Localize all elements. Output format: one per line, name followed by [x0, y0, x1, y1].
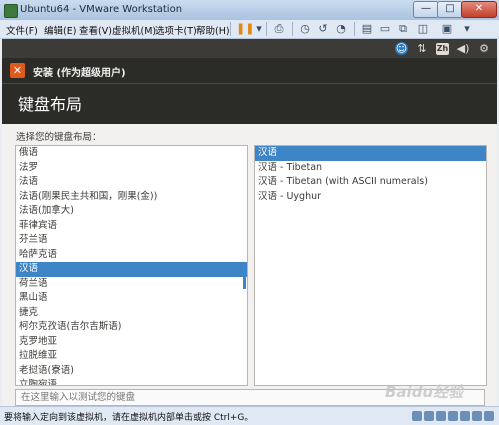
layout-prompt: 选择您的键盘布局： — [16, 132, 102, 143]
menu-vm[interactable]: 虚拟机(M) — [112, 23, 156, 37]
power-icon[interactable]: ⚙ — [477, 41, 491, 56]
watermark-logo: Baidu经验 — [385, 383, 464, 401]
toolbar-separator — [292, 22, 293, 36]
list-item-selected[interactable]: 汉语 — [255, 146, 486, 161]
list-item[interactable]: 黑山语 — [16, 291, 247, 306]
thumbnail-icon[interactable]: ▣ — [440, 22, 454, 36]
keyboard-layout-icon[interactable]: Zh — [436, 43, 449, 55]
list-item[interactable]: 拉脱维亚 — [16, 349, 247, 364]
thumbnail-dropdown-icon[interactable]: ▾ — [460, 22, 474, 36]
list-item[interactable]: 汉语 - Uyghur — [255, 190, 486, 205]
snapshot-icon[interactable]: ◷ — [298, 22, 312, 36]
list-item[interactable]: 哈萨克语 — [16, 248, 247, 263]
usb-icon[interactable] — [448, 411, 458, 421]
revert-snapshot-icon[interactable]: ↺ — [316, 22, 330, 36]
toolbar-separator — [230, 22, 231, 36]
vm-guest-screen[interactable]: ☺ ⇅ Zh ◀) ⚙ ✕ 安装 (作为超级用户) 键盘布局 选择您的键盘布局：… — [2, 39, 497, 406]
list-item[interactable]: 法语 — [16, 175, 247, 190]
close-window-button[interactable]: ✕ — [461, 1, 497, 18]
fullscreen-icon[interactable]: ▭ — [378, 22, 392, 36]
printer-icon[interactable] — [472, 411, 482, 421]
cdrom-icon[interactable] — [424, 411, 434, 421]
installer-close-button[interactable]: ✕ — [10, 63, 25, 78]
menu-help[interactable]: 帮助(H) — [196, 23, 230, 37]
ubuntu-top-panel: ☺ ⇅ Zh ◀) ⚙ — [2, 39, 497, 58]
list-item[interactable]: 克罗地亚 — [16, 335, 247, 350]
list-item[interactable]: 荷兰语 — [16, 277, 247, 292]
header-divider — [2, 83, 497, 84]
vmware-app-icon — [4, 4, 18, 18]
menu-view[interactable]: 查看(V) — [79, 23, 112, 37]
accessibility-icon[interactable]: ☺ — [395, 42, 408, 55]
volume-icon[interactable]: ◀) — [456, 41, 470, 56]
list-item[interactable]: 菲律宾语 — [16, 219, 247, 234]
window-title: Ubuntu64 - VMware Workstation — [20, 4, 183, 15]
keyboard-layout-list[interactable]: 俄语 法罗 法语 法语(刚果民主共和国，刚果(金)) 法语(加拿大) 菲律宾语 … — [15, 145, 248, 386]
list-item[interactable]: 法语(加拿大) — [16, 204, 247, 219]
status-message: 要将输入定向到该虚拟机，请在虚拟机内部单击或按 Ctrl+G。 — [4, 413, 254, 423]
display-icon[interactable] — [484, 411, 494, 421]
list-item[interactable]: 老挝语(寮语) — [16, 364, 247, 379]
list-item[interactable]: 俄语 — [16, 146, 247, 161]
keyboard-variant-list[interactable]: 汉语 汉语 - Tibetan 汉语 - Tibetan (with ASCII… — [254, 145, 487, 386]
network-adapter-icon[interactable] — [436, 411, 446, 421]
page-title: 键盘布局 — [18, 95, 83, 114]
list-item[interactable]: 汉语 - Tibetan — [255, 161, 486, 176]
send-ctrl-alt-del-icon[interactable]: ⎙ — [272, 22, 286, 36]
list-item[interactable]: 法罗 — [16, 161, 247, 176]
pause-icon[interactable]: ❚❚ — [236, 22, 254, 36]
installer-window-title: 安装 (作为超级用户) — [33, 68, 126, 79]
hdd-icon[interactable] — [412, 411, 422, 421]
library-icon[interactable]: ◫ — [416, 22, 430, 36]
minimize-button[interactable]: — — [413, 1, 439, 18]
menu-file[interactable]: 文件(F) — [6, 23, 38, 37]
toolbar-separator — [354, 22, 355, 36]
snapshot-manager-icon[interactable]: ◔ — [334, 22, 348, 36]
toolbar-separator — [266, 22, 267, 36]
unity-icon[interactable]: ⧉ — [396, 22, 410, 36]
list-item[interactable]: 捷克 — [16, 306, 247, 321]
menu-edit[interactable]: 编辑(E) — [44, 23, 76, 37]
list-item-selected[interactable]: 汉语 — [16, 262, 247, 277]
list-item[interactable]: 立陶宛语 — [16, 378, 247, 385]
menu-tabs[interactable]: 选项卡(T) — [155, 23, 197, 37]
list-item[interactable]: 柯尔克孜语(吉尔吉斯语) — [16, 320, 247, 335]
installer-header: ✕ 安装 (作为超级用户) 键盘布局 — [2, 58, 497, 124]
window-titlebar: Ubuntu64 - VMware Workstation — □ ✕ — [0, 0, 499, 21]
list-item[interactable]: 法语(刚果民主共和国，刚果(金)) — [16, 190, 247, 205]
sound-icon[interactable] — [460, 411, 470, 421]
list-item[interactable]: 芬兰语 — [16, 233, 247, 248]
layout-list-scrollbar[interactable] — [243, 275, 246, 289]
menu-toolbar: 文件(F) 编辑(E) 查看(V) 虚拟机(M) 选项卡(T) 帮助(H) ❚❚… — [0, 20, 499, 39]
maximize-button[interactable]: □ — [437, 1, 463, 18]
dropdown-arrow-icon[interactable]: ▾ — [252, 22, 266, 36]
view-console-icon[interactable]: ▤ — [360, 22, 374, 36]
list-item[interactable]: 汉语 - Tibetan (with ASCII numerals) — [255, 175, 486, 190]
network-icon[interactable]: ⇅ — [415, 41, 429, 56]
status-bar: 要将输入定向到该虚拟机，请在虚拟机内部单击或按 Ctrl+G。 — [0, 406, 499, 425]
